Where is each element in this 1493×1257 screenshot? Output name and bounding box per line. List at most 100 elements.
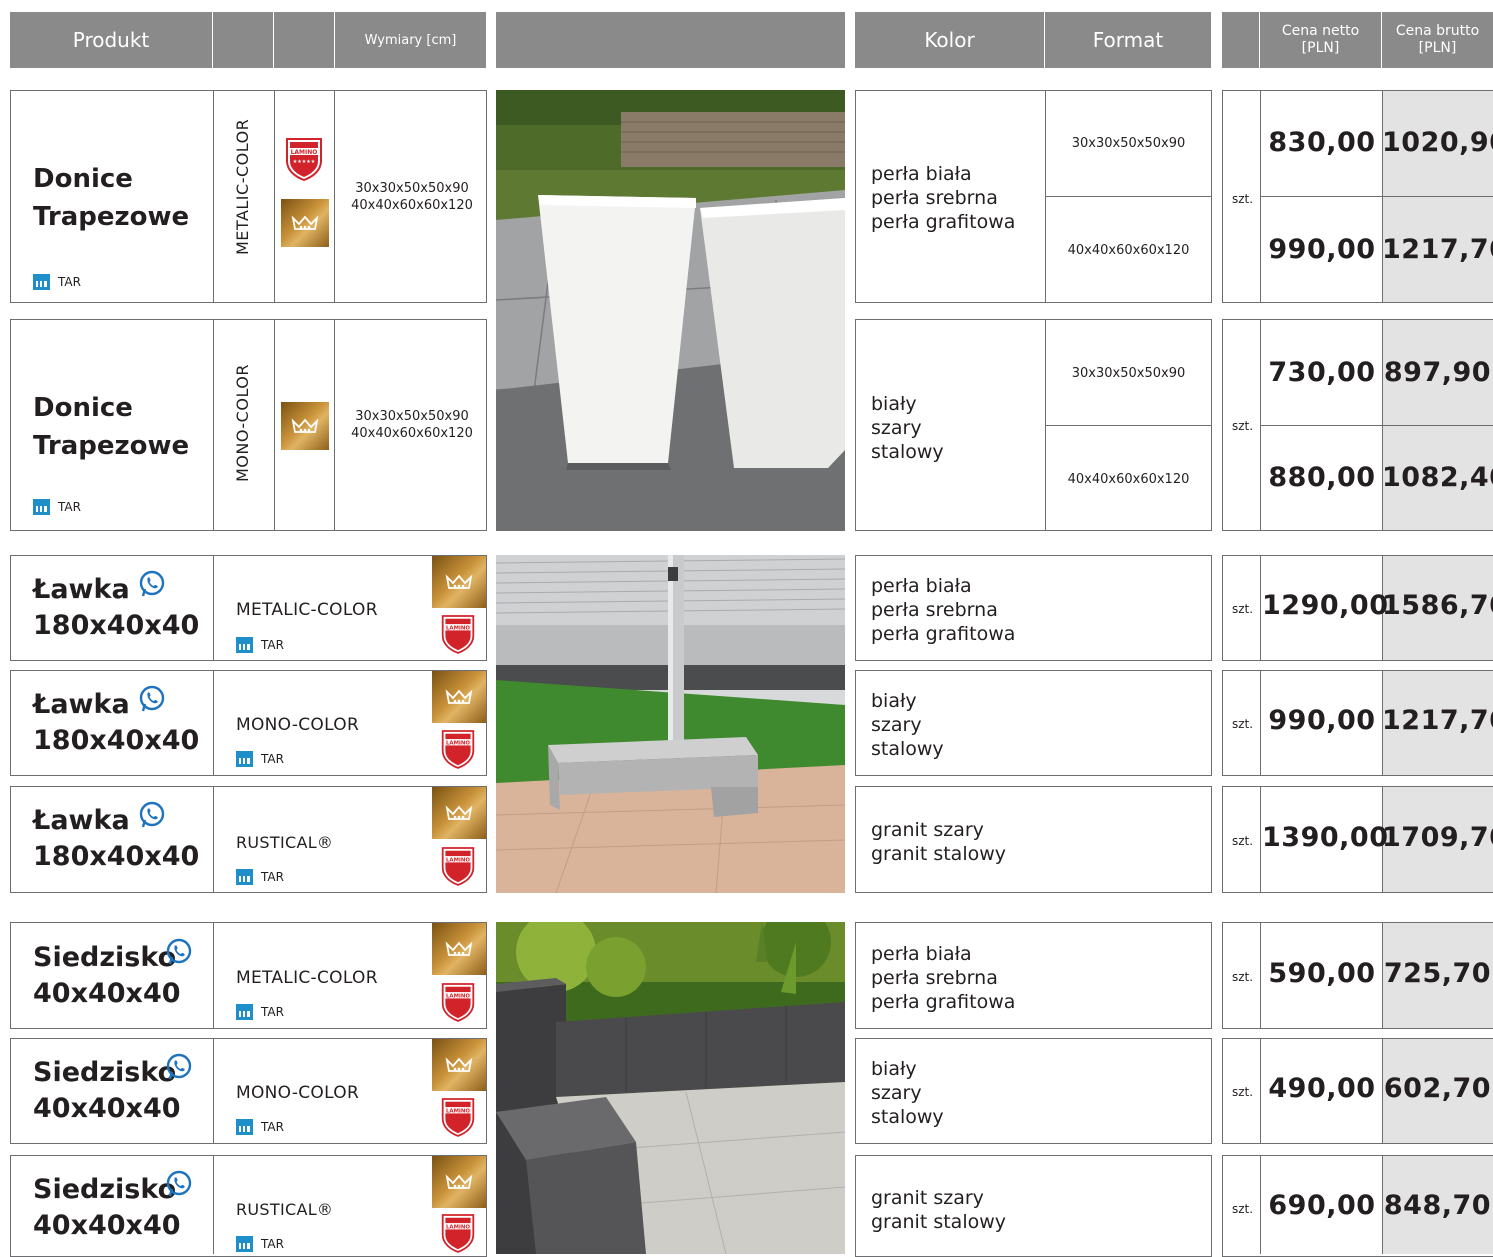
header-cena-brutto: Cena brutto [PLN] xyxy=(1382,12,1493,68)
factory-icon xyxy=(236,751,253,767)
product-name: Donice Trapezowe xyxy=(33,393,190,461)
unit-label: szt. xyxy=(1232,419,1254,433)
perlux-crown-icon xyxy=(432,556,486,608)
price-brutto: 1020,90 xyxy=(1382,127,1493,158)
series-label: METALIC-COLOR xyxy=(236,600,378,620)
svg-text:LAMINO: LAMINO xyxy=(446,858,470,864)
unit-label: szt. xyxy=(1232,1085,1254,1099)
price-brutto: 1217,70 xyxy=(1382,234,1493,265)
product-name: Donice Trapezowe xyxy=(33,164,190,232)
perlux-crown-icon xyxy=(281,402,329,450)
svg-text:LAMINO: LAMINO xyxy=(446,626,470,632)
factory-icon xyxy=(236,1004,253,1020)
tar-label: TAR xyxy=(236,637,284,653)
colors-list: granit szary granit stalowy xyxy=(871,819,1007,865)
header-format: Format xyxy=(1045,12,1211,68)
format-value: 40x40x60x60x120 xyxy=(1067,243,1190,258)
whatsapp-icon[interactable] xyxy=(137,569,167,599)
price-brutto: 1082,40 xyxy=(1382,462,1493,493)
colors-list: granit szary granit stalowy xyxy=(871,1187,1007,1233)
format-value: 30x30x50x50x90 xyxy=(1071,136,1186,151)
price-netto: 990,00 xyxy=(1268,234,1376,265)
factory-icon xyxy=(236,1236,253,1252)
unit-label: szt. xyxy=(1232,717,1254,731)
header-blank-1 xyxy=(213,12,274,68)
whatsapp-icon[interactable] xyxy=(164,1052,194,1082)
price-netto: 1290,00 xyxy=(1262,590,1389,621)
dimensions: 30x30x50x50x90 40x40x60x60x120 xyxy=(351,409,473,441)
header-blank-2 xyxy=(274,12,335,68)
svg-text:LAMINO: LAMINO xyxy=(446,741,470,747)
product-name: Ławka 180x40x40 xyxy=(33,574,200,641)
perlux-crown-icon xyxy=(432,787,486,839)
header-photo-blank xyxy=(496,12,845,68)
price-netto: 690,00 xyxy=(1268,1190,1376,1221)
whatsapp-icon[interactable] xyxy=(164,937,194,967)
tar-label: TAR xyxy=(33,274,81,290)
series-label: METALIC-COLOR xyxy=(236,968,378,988)
lamino-shield-icon: LAMINO xyxy=(441,847,475,886)
svg-text:LAMINO: LAMINO xyxy=(446,1109,470,1115)
product-name: Siedzisko 40x40x40 xyxy=(33,1174,181,1241)
price-netto: 590,00 xyxy=(1268,958,1376,989)
donice-photo xyxy=(496,90,845,531)
lamino-shield-icon: LAMINO xyxy=(441,983,475,1022)
series-label: MONO-COLOR xyxy=(236,715,360,735)
product-name: Siedzisko 40x40x40 xyxy=(33,942,181,1009)
format-value: 40x40x60x60x120 xyxy=(1067,472,1190,487)
factory-icon xyxy=(33,499,50,515)
price-brutto: 1217,70 xyxy=(1382,705,1493,736)
whatsapp-icon[interactable] xyxy=(137,684,167,714)
series-label: RUSTICAL® xyxy=(236,1200,334,1219)
siedzisko-photo xyxy=(496,922,845,1254)
product-name: Ławka 180x40x40 xyxy=(33,689,200,756)
tar-label: TAR xyxy=(236,1236,284,1252)
lamino-shield-icon: LAMINO ★★★★★ xyxy=(286,138,322,181)
header-cena-netto: Cena netto [PLN] xyxy=(1260,12,1382,68)
header-produkt: Produkt xyxy=(10,12,213,68)
header-wymiary: Wymiary [cm] xyxy=(335,12,486,68)
price-brutto: 848,70 xyxy=(1383,1190,1492,1221)
lamino-shield-icon: LAMINO xyxy=(441,615,475,654)
colors-list: biały szary stalowy xyxy=(871,690,944,760)
format-value: 30x30x50x50x90 xyxy=(1071,366,1186,381)
svg-text:★★★★★: ★★★★★ xyxy=(293,159,316,165)
price-netto: 1390,00 xyxy=(1262,822,1389,853)
lawka-photo xyxy=(496,555,845,893)
tar-label: TAR xyxy=(236,1004,284,1020)
unit-label: szt. xyxy=(1232,192,1254,206)
product-name: Siedzisko 40x40x40 xyxy=(33,1057,181,1124)
price-netto: 830,00 xyxy=(1268,127,1376,158)
tar-label: TAR xyxy=(236,1119,284,1135)
unit-label: szt. xyxy=(1232,970,1254,984)
price-brutto: 602,70 xyxy=(1383,1073,1492,1104)
factory-icon xyxy=(236,869,253,885)
price-brutto: 725,70 xyxy=(1383,958,1492,989)
header-unit-blank xyxy=(1222,12,1260,68)
perlux-crown-icon xyxy=(281,199,329,247)
price-netto: 990,00 xyxy=(1268,705,1376,736)
lamino-shield-icon: LAMINO xyxy=(441,1214,475,1253)
factory-icon xyxy=(33,274,50,290)
price-brutto: 897,90 xyxy=(1383,357,1492,388)
unit-label: szt. xyxy=(1232,602,1254,616)
perlux-crown-icon xyxy=(432,1156,486,1208)
whatsapp-icon[interactable] xyxy=(137,800,167,830)
series-label: RUSTICAL® xyxy=(236,833,334,852)
factory-icon xyxy=(236,1119,253,1135)
colors-list: biały szary stalowy xyxy=(871,393,944,463)
factory-icon xyxy=(236,637,253,653)
price-netto: 880,00 xyxy=(1268,462,1376,493)
series-label: METALIC-COLOR xyxy=(233,118,252,255)
colors-list: perła biała perła srebrna perła grafitow… xyxy=(871,575,1016,645)
perlux-crown-icon xyxy=(432,1039,486,1091)
tar-label: TAR xyxy=(236,869,284,885)
perlux-crown-icon xyxy=(432,923,486,975)
tar-label: TAR xyxy=(33,499,81,515)
unit-label: szt. xyxy=(1232,834,1254,848)
price-netto: 730,00 xyxy=(1268,357,1376,388)
dimensions: 30x30x50x50x90 40x40x60x60x120 xyxy=(351,181,473,213)
price-brutto: 1586,70 xyxy=(1382,590,1493,621)
whatsapp-icon[interactable] xyxy=(164,1169,194,1199)
colors-list: biały szary stalowy xyxy=(871,1058,944,1128)
